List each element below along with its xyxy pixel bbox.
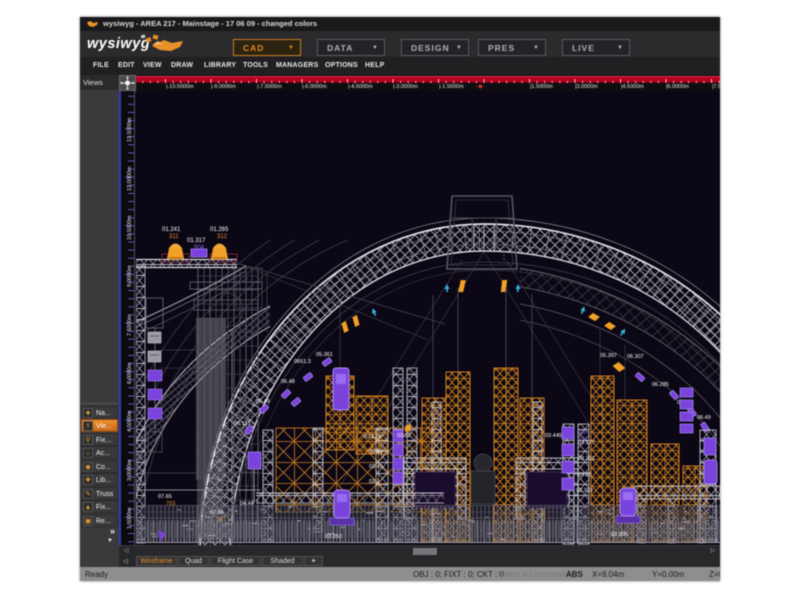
svg-text:05.397: 05.397 xyxy=(600,353,617,359)
svg-text:03.45: 03.45 xyxy=(369,464,383,470)
svg-text:06.285: 06.285 xyxy=(652,382,669,388)
svg-text:03.221: 03.221 xyxy=(578,456,595,462)
svg-text:01.265: 01.265 xyxy=(210,227,229,233)
svg-text:311: 311 xyxy=(169,234,179,240)
svg-text:701: 701 xyxy=(217,517,226,523)
svg-text:05.361: 05.361 xyxy=(316,352,333,358)
svg-text:07.94: 07.94 xyxy=(210,510,224,516)
svg-text:06.49: 06.49 xyxy=(697,415,711,421)
svg-text:01.317: 01.317 xyxy=(187,238,206,244)
svg-text:03.133: 03.133 xyxy=(364,434,381,440)
svg-text:604: 604 xyxy=(194,245,205,251)
svg-text:03.02: 03.02 xyxy=(397,433,411,439)
svg-text:209: 209 xyxy=(578,437,587,443)
svg-text:07.65: 07.65 xyxy=(158,494,172,500)
svg-text:03.303: 03.303 xyxy=(576,488,593,494)
svg-text:03.89: 03.89 xyxy=(369,449,383,455)
svg-text:01.241: 01.241 xyxy=(162,227,181,233)
svg-text:03.353: 03.353 xyxy=(325,534,342,540)
svg-text:03.395: 03.395 xyxy=(611,532,628,538)
svg-text:312: 312 xyxy=(217,234,228,240)
svg-text:03.445: 03.445 xyxy=(545,433,562,439)
svg-text:06.113: 06.113 xyxy=(234,421,250,427)
svg-text:703: 703 xyxy=(166,501,175,507)
svg-text:06.307: 06.307 xyxy=(627,354,644,360)
svg-text:05.49: 05.49 xyxy=(256,399,270,405)
svg-text:0651.3: 0651.3 xyxy=(294,359,311,365)
svg-text:06.48: 06.48 xyxy=(281,379,295,385)
svg-text:03.1: 03.1 xyxy=(369,479,380,485)
svg-text:206: 206 xyxy=(578,430,587,436)
svg-text:03.26: 03.26 xyxy=(578,472,592,478)
